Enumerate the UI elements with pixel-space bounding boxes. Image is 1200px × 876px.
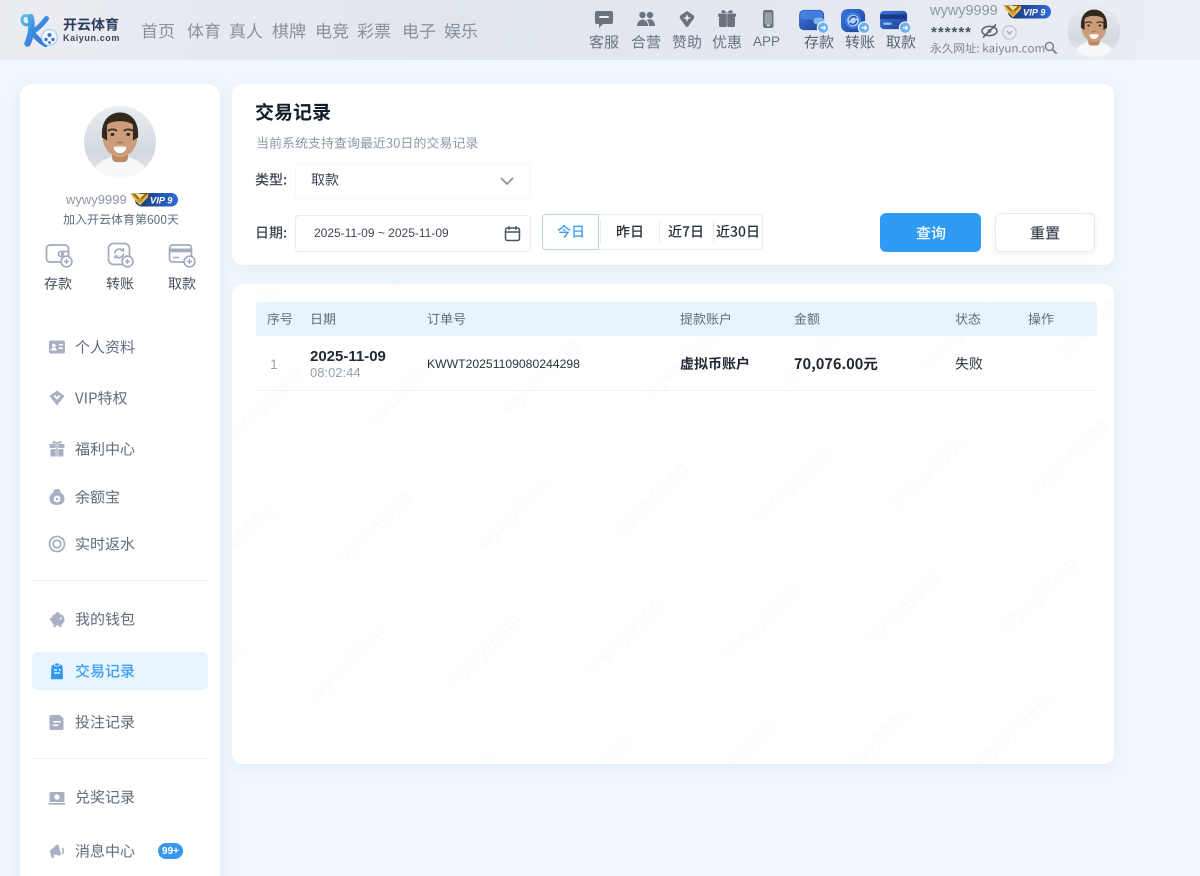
svg-text:VIP 9: VIP 9 [1023, 7, 1046, 17]
svg-text:VIP 9: VIP 9 [150, 195, 173, 205]
